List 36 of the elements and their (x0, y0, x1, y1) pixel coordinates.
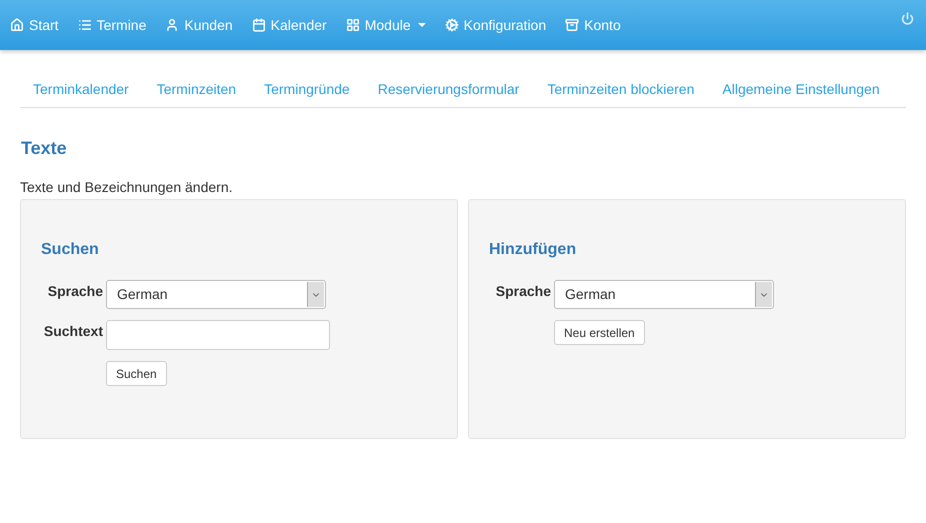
field-label: Sprache (46, 282, 103, 301)
nav-link[interactable]: Konto (565, 14, 621, 36)
user-icon (165, 18, 180, 32)
subnav-link[interactable]: Terminzeiten (156, 79, 236, 99)
gear-icon (444, 18, 459, 32)
action-button[interactable]: Neu erstellen (554, 320, 645, 345)
action-button[interactable]: Suchen (106, 361, 167, 386)
language-select[interactable]: German (554, 280, 774, 309)
nav-link[interactable]: Kalender (252, 14, 327, 36)
archive-icon (565, 18, 580, 32)
page-description: Texte und Bezeichnungen ändern. (20, 178, 234, 197)
nav-link[interactable]: Konfiguration (444, 14, 546, 36)
subnav-link[interactable]: Allgemeine Einstellungen (722, 79, 880, 99)
nav-link[interactable]: Module (346, 14, 426, 36)
subnav-link[interactable]: Termingründe (264, 79, 350, 99)
nav-link[interactable]: Start (10, 14, 59, 36)
list-icon (78, 18, 92, 32)
chevron-icon (307, 282, 324, 307)
search-text-field[interactable] (106, 320, 330, 350)
panel-title: Hinzufügen (489, 240, 578, 260)
field-label: Sprache (494, 282, 551, 301)
field-label: Suchtext (42, 322, 103, 341)
caret-icon (418, 23, 426, 27)
page-title: Texte (21, 138, 68, 158)
chevron-icon (755, 282, 772, 307)
calendar-icon (252, 18, 266, 32)
grid-icon (346, 18, 360, 32)
nav-link[interactable]: Termine (78, 14, 146, 36)
panel-title: Suchen (41, 240, 100, 260)
subnav-link[interactable]: Terminkalender (33, 79, 129, 99)
subnav-link[interactable]: Reservierungsformular (378, 79, 520, 99)
language-select[interactable]: German (106, 280, 326, 309)
home-icon (10, 18, 24, 32)
subnav-link[interactable]: Terminzeiten blockieren (547, 79, 694, 99)
nav-link[interactable]: Kunden (165, 14, 233, 36)
power-icon[interactable] (901, 12, 914, 25)
